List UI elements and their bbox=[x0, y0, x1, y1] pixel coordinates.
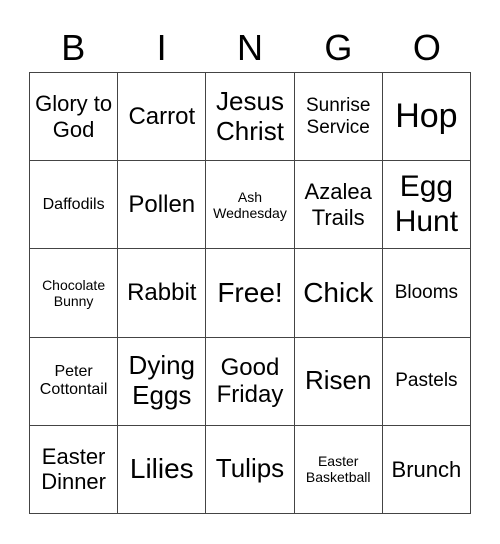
bingo-cell[interactable]: Easter Basketball bbox=[294, 425, 383, 514]
header-letter-g: G bbox=[324, 27, 353, 68]
bingo-cell[interactable]: Blooms bbox=[382, 249, 471, 338]
header-letter-n: N bbox=[237, 27, 264, 68]
bingo-cell[interactable]: Peter Cottontail bbox=[30, 337, 119, 426]
bingo-cell[interactable]: Good Friday bbox=[206, 337, 295, 426]
bingo-cell[interactable]: Chocolate Bunny bbox=[30, 249, 119, 338]
bingo-cell[interactable]: Risen bbox=[294, 337, 383, 426]
bingo-cell[interactable]: Egg Hunt bbox=[382, 161, 471, 250]
bingo-cell[interactable]: Chick bbox=[294, 249, 383, 338]
bingo-cell[interactable]: Rabbit bbox=[118, 249, 207, 338]
bingo-cell[interactable]: Brunch bbox=[382, 425, 471, 514]
bingo-cell[interactable]: Carrot bbox=[118, 73, 207, 162]
bingo-cell[interactable]: Sunrise Service bbox=[294, 73, 383, 162]
bingo-cell[interactable]: Easter Dinner bbox=[30, 425, 119, 514]
bingo-cell[interactable]: Azalea Trails bbox=[294, 161, 383, 250]
bingo-cell[interactable]: Dying Eggs bbox=[118, 337, 207, 426]
free-space-cell[interactable]: Free! bbox=[206, 249, 295, 338]
header-letter-b: B bbox=[61, 27, 86, 68]
bingo-cell[interactable]: Hop bbox=[382, 73, 471, 162]
bingo-cell[interactable]: Pollen bbox=[118, 161, 207, 250]
header-letter-o: O bbox=[412, 27, 441, 68]
bingo-cell[interactable]: Jesus Christ bbox=[206, 73, 295, 162]
header-letter-i: I bbox=[156, 27, 167, 68]
bingo-card-grid: Glory to God Carrot Jesus Christ Sunrise… bbox=[29, 72, 471, 514]
bingo-header: B I N G O bbox=[29, 22, 471, 74]
bingo-cell[interactable]: Lilies bbox=[118, 425, 207, 514]
bingo-cell[interactable]: Pastels bbox=[382, 337, 471, 426]
bingo-cell[interactable]: Ash Wednesday bbox=[206, 161, 295, 250]
bingo-cell[interactable]: Daffodils bbox=[30, 161, 119, 250]
bingo-cell[interactable]: Tulips bbox=[206, 425, 295, 514]
bingo-cell[interactable]: Glory to God bbox=[30, 73, 119, 162]
